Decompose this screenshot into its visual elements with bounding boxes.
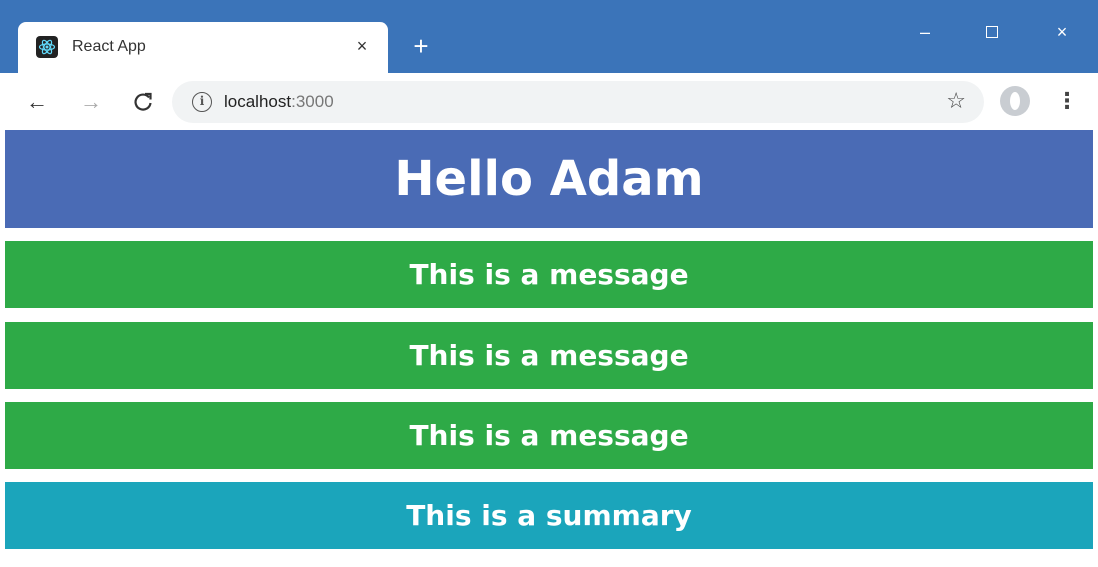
- kebab-menu-icon[interactable]: ⋮: [1056, 86, 1078, 116]
- close-window-button[interactable]: ×: [1042, 18, 1082, 46]
- tab-react-app[interactable]: React App ×: [18, 22, 388, 73]
- tab-close-icon[interactable]: ×: [350, 34, 374, 58]
- forward-arrow-icon[interactable]: →: [76, 87, 106, 117]
- maximize-button[interactable]: [972, 18, 1012, 46]
- summary-row: This is a summary: [5, 482, 1093, 549]
- message-row: This is a message: [5, 402, 1093, 469]
- reload-icon[interactable]: [128, 87, 158, 117]
- url-host: localhost: [224, 92, 292, 111]
- tab-title: React App: [72, 38, 146, 55]
- react-icon: [36, 36, 58, 58]
- address-bar[interactable]: i localhost:3000 ☆: [172, 81, 984, 123]
- info-icon[interactable]: i: [192, 92, 212, 112]
- page-header: Hello Adam: [5, 130, 1093, 228]
- minimize-button[interactable]: –: [905, 18, 945, 46]
- message-row: This is a message: [5, 322, 1093, 389]
- url-text[interactable]: localhost:3000: [224, 91, 334, 113]
- title-bar: React App × + – ×: [0, 0, 1098, 73]
- page-viewport: Hello Adam This is a message This is a m…: [5, 130, 1093, 567]
- profile-avatar-icon[interactable]: [1000, 86, 1030, 116]
- message-row: This is a message: [5, 241, 1093, 308]
- back-arrow-icon[interactable]: ←: [22, 87, 52, 117]
- bookmark-star-icon[interactable]: ☆: [946, 88, 966, 114]
- url-port: :3000: [291, 92, 334, 111]
- new-tab-button[interactable]: +: [407, 33, 435, 61]
- maximize-icon: [986, 25, 998, 38]
- browser-toolbar: ← → i localhost:3000 ☆ ⋮: [0, 73, 1098, 130]
- browser-window: React App × + – × ← → i localhost:3000 ☆…: [0, 0, 1098, 567]
